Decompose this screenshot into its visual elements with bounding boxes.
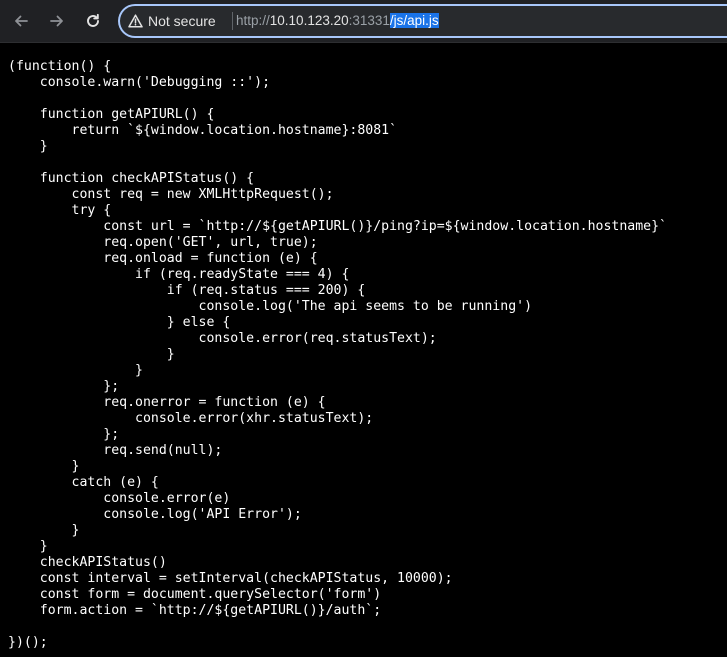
reload-icon xyxy=(87,13,99,27)
address-bar[interactable]: Not secure http://10.10.123.20:31331/js/… xyxy=(118,4,727,38)
code-line: const interval = setInterval(checkAPISta… xyxy=(8,571,453,586)
url-port: :31331 xyxy=(348,13,390,28)
code-line: req.open('GET', url, true); xyxy=(8,235,318,250)
browser-toolbar: Not secure http://10.10.123.20:31331/js/… xyxy=(0,0,727,43)
back-button[interactable] xyxy=(9,9,33,33)
code-line: function getAPIURL() { xyxy=(8,107,215,122)
code-line: if (req.status === 200) { xyxy=(8,283,366,298)
code-line: const url = `http://${getAPIURL()}/ping?… xyxy=(8,219,667,234)
code-line: checkAPIStatus() xyxy=(8,555,167,570)
warning-triangle-icon xyxy=(128,14,143,28)
code-line: })(); xyxy=(8,635,48,650)
security-indicator[interactable]: Not secure xyxy=(128,12,216,30)
url-path-selected: /js/api.js xyxy=(389,13,439,28)
code-line: } xyxy=(8,347,175,362)
code-line: return `${window.location.hostname}:8081… xyxy=(8,123,398,138)
url-host: 10.10.123.20 xyxy=(269,13,349,28)
code-line: console.error(xhr.statusText); xyxy=(8,411,374,426)
code-line: } xyxy=(8,139,48,154)
security-label: Not secure xyxy=(148,13,216,29)
code-line: } else { xyxy=(8,315,231,330)
code-line: console.log('API Error'); xyxy=(8,507,302,522)
arrow-right-icon xyxy=(50,15,63,27)
code-line: const req = new XMLHttpRequest(); xyxy=(8,187,334,202)
url-text[interactable]: http://10.10.123.20:31331/js/api.js xyxy=(236,12,439,30)
arrow-left-icon xyxy=(15,15,28,27)
code-line: catch (e) { xyxy=(8,475,159,490)
code-line: function checkAPIStatus() { xyxy=(8,171,255,186)
code-line: }; xyxy=(8,379,120,394)
code-line: try { xyxy=(8,203,112,218)
code-line: console.log('The api seems to be running… xyxy=(8,299,533,314)
code-line: (function() { xyxy=(8,59,112,74)
reload-button[interactable] xyxy=(81,9,105,33)
code-line: console.warn('Debugging ::'); xyxy=(8,75,271,90)
url-scheme: http:// xyxy=(236,13,270,28)
code-line: } xyxy=(8,459,80,474)
divider xyxy=(232,12,233,30)
code-line: } xyxy=(8,523,80,538)
code-line: if (req.readyState === 4) { xyxy=(8,267,350,282)
code-line: } xyxy=(8,539,48,554)
code-line: } xyxy=(8,363,143,378)
forward-button[interactable] xyxy=(45,9,69,33)
code-line: console.error(e) xyxy=(8,491,231,506)
source-code: (function() { console.warn('Debugging ::… xyxy=(0,43,727,651)
code-line: console.error(req.statusText); xyxy=(8,331,437,346)
code-line: req.onerror = function (e) { xyxy=(8,395,326,410)
code-line: form.action = `http://${getAPIURL()}/aut… xyxy=(8,603,382,618)
code-line: }; xyxy=(8,427,120,442)
page-content: (function() { console.warn('Debugging ::… xyxy=(0,43,727,657)
code-line: req.send(null); xyxy=(8,443,223,458)
code-line: const form = document.querySelector('for… xyxy=(8,587,382,602)
code-line: req.onload = function (e) { xyxy=(8,251,318,266)
